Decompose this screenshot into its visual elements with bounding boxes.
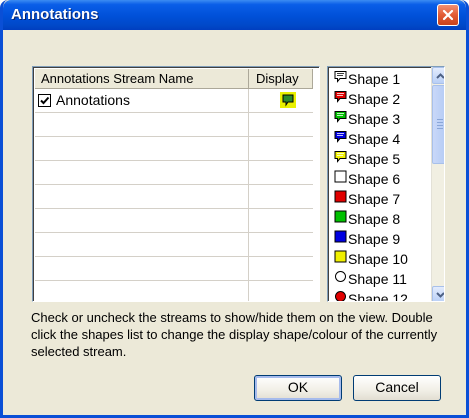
shape-label: Shape 6: [348, 171, 401, 187]
chevron-down-icon: [436, 292, 444, 298]
shape-list-item[interactable]: Shape 5: [334, 148, 430, 168]
empty-row[interactable]: [35, 281, 313, 301]
scroll-down-button[interactable]: [432, 286, 444, 301]
speech-bubble-icon: [334, 90, 347, 103]
square-icon: [334, 250, 347, 263]
shape-label: Shape 2: [348, 91, 401, 107]
ok-button[interactable]: OK: [254, 375, 342, 401]
shape-list-item[interactable]: Shape 3: [334, 108, 430, 128]
streams-list[interactable]: Annotations Stream Name Display Annotati…: [32, 66, 320, 302]
circle-icon: [334, 290, 347, 301]
stream-name: Annotations: [56, 92, 130, 108]
speech-bubble-icon[interactable]: [280, 92, 296, 108]
shape-list-item[interactable]: Shape 6: [334, 168, 430, 188]
speech-bubble-icon: [334, 130, 347, 143]
column-header-stream-name[interactable]: Annotations Stream Name: [35, 69, 249, 89]
scroll-up-button[interactable]: [432, 67, 444, 84]
square-icon: [334, 210, 347, 223]
dialog-title: Annotations: [11, 6, 99, 23]
help-text: Check or uncheck the streams to show/hid…: [31, 310, 438, 359]
shape-label: Shape 4: [348, 131, 401, 147]
shape-label: Shape 12: [348, 291, 408, 302]
grip-line: [437, 125, 443, 126]
shape-list-item[interactable]: Shape 12: [334, 288, 430, 302]
shape-label: Shape 11: [348, 271, 407, 287]
grip-line: [437, 128, 443, 129]
empty-row[interactable]: [35, 257, 313, 281]
speech-bubble-icon: [334, 150, 347, 163]
shape-label: Shape 7: [348, 191, 401, 207]
stream-visible-checkbox[interactable]: [38, 94, 51, 107]
shapes-list[interactable]: Shape 1 Shape 2 Shape 3 Shape 4 Shape 5 Shape…: [327, 66, 445, 302]
scroll-thumb[interactable]: [432, 85, 444, 164]
speech-bubble-icon: [334, 70, 347, 83]
shape-list-item[interactable]: Shape 10: [334, 248, 430, 268]
grip-line: [437, 119, 443, 120]
shape-list-item[interactable]: Shape 7: [334, 188, 430, 208]
shape-label: Shape 3: [348, 111, 401, 127]
empty-row[interactable]: [35, 209, 313, 233]
shape-label: Shape 1: [348, 71, 401, 87]
cancel-button[interactable]: Cancel: [353, 375, 441, 401]
shape-list-item[interactable]: Shape 1: [334, 68, 430, 88]
square-icon: [334, 230, 347, 243]
close-button[interactable]: [437, 4, 459, 26]
title-bar[interactable]: Annotations: [3, 0, 466, 30]
checkmark-icon: [40, 96, 50, 105]
grip-line: [437, 122, 443, 123]
empty-row[interactable]: [35, 113, 313, 137]
circle-icon: [334, 270, 347, 283]
shape-label: Shape 8: [348, 211, 401, 227]
empty-row[interactable]: [35, 233, 313, 257]
column-header-display[interactable]: Display: [249, 69, 313, 89]
shape-list-item[interactable]: Shape 9: [334, 228, 430, 248]
shape-list-item[interactable]: Shape 4: [334, 128, 430, 148]
shapes-scrollbar[interactable]: [431, 67, 444, 301]
shape-list-item[interactable]: Shape 11: [334, 268, 430, 288]
shape-label: Shape 9: [348, 231, 401, 247]
shape-label: Shape 5: [348, 151, 401, 167]
square-icon: [334, 190, 347, 203]
square-icon: [334, 170, 347, 183]
empty-row[interactable]: [35, 137, 313, 161]
annotations-dialog: Annotations Annotations Stream Name Disp…: [0, 0, 469, 418]
shape-list-item[interactable]: Shape 8: [334, 208, 430, 228]
empty-row[interactable]: [35, 185, 313, 209]
speech-bubble-icon: [334, 110, 347, 123]
stream-row[interactable]: Annotations: [35, 89, 313, 113]
shape-label: Shape 10: [348, 251, 408, 267]
close-x-icon: [442, 9, 454, 21]
chevron-up-icon: [436, 73, 444, 79]
shape-list-item[interactable]: Shape 2: [334, 88, 430, 108]
empty-row[interactable]: [35, 161, 313, 185]
